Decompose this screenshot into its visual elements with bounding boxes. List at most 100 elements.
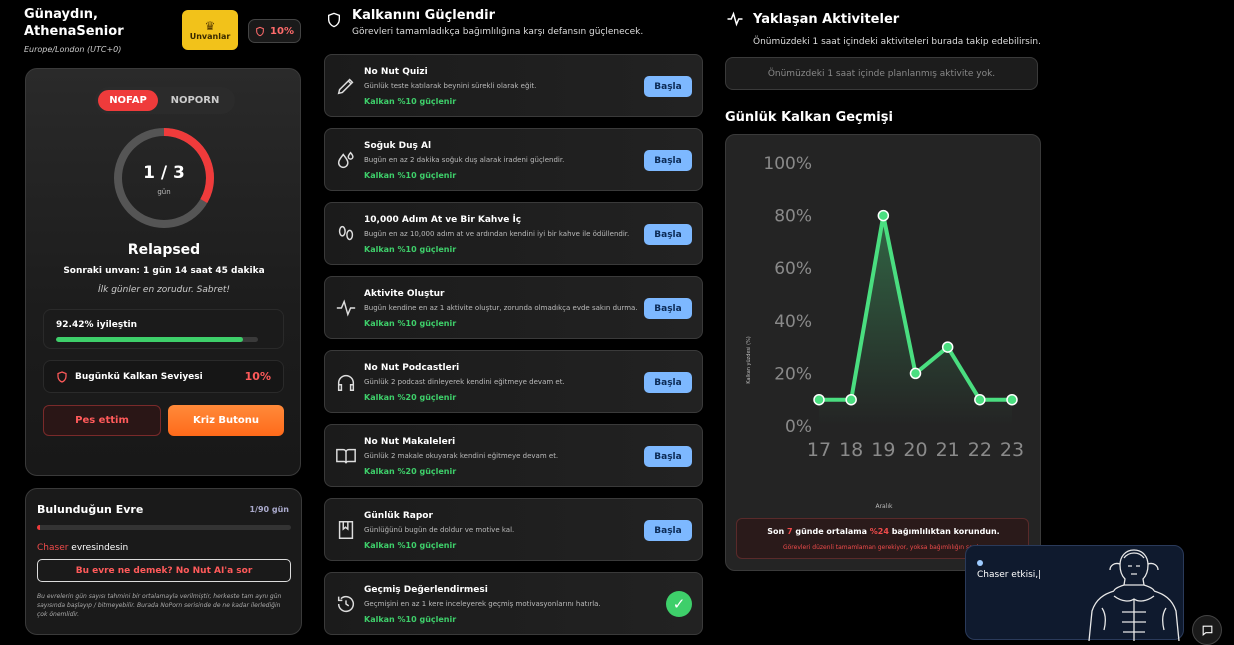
shield-icon [256,26,264,36]
toggle-nofap[interactable]: NOFAP [98,90,158,111]
task-title: 10,000 Adım At ve Bir Kahve İç [364,215,522,225]
task-start-button[interactable]: Başla [644,150,692,171]
y-axis-label: Kalkan yüzdesi (%) [746,336,752,384]
task-bonus: Kalkan %10 güçlenir [364,171,457,180]
headphones-icon [337,374,355,391]
task-start-button[interactable]: Başla [644,224,692,245]
today-shield-value: 10% [244,370,271,383]
stage-name-value: Chaser [37,543,69,553]
task-desc: Bugün en az 10,000 adım at ve ardından k… [364,230,630,238]
tasks-title: Kalkanını Güçlendir [352,8,495,23]
x-axis-label: Aralık [875,503,893,510]
task-title: No Nut Quizi [364,67,428,77]
series-area [819,215,1012,426]
data-point [813,393,825,406]
x-tick-label: 21 [936,439,960,461]
improvement-bar [56,337,258,342]
activities-empty: Önümüzdeki 1 saat içinde planlanmış akti… [725,57,1038,90]
data-point [845,393,857,406]
status-dot [977,560,983,566]
shield-percent-badge[interactable]: 10% [248,19,301,43]
shield-icon [328,12,340,28]
task-desc: Bugün en az 2 dakika soğuk duş alarak ir… [364,156,565,164]
activities-subtitle: Önümüzdeki 1 saat içindeki aktiviteleri … [753,37,1041,47]
crisis-button[interactable]: Kriz Butonu [168,405,284,436]
y-tick-label: 20% [774,364,812,384]
task-card: Günlük Rapor Günlüğünü bugün de doldur v… [324,498,703,561]
y-tick-label: 100% [763,154,812,174]
task-done-check-icon: ✓ [666,591,692,617]
ask-ai-button[interactable]: Bu evre ne demek? No Nut AI'a sor [37,559,291,582]
today-shield-label: Bugünkü Kalkan Seviyesi [75,371,203,382]
task-bonus: Kalkan %10 güçlenir [364,319,457,328]
history-chart-panel: 0% 20% 40% 60% 80% 100% 17 18 19 20 21 22 23 Kalkan y… [725,134,1041,571]
y-tick-label: 40% [774,312,812,332]
timezone: Europe/London (UTC+0) [24,45,122,54]
task-bonus: Kalkan %10 güçlenir [364,245,457,254]
task-bonus: Kalkan %20 güçlenir [364,393,457,402]
history-summary-text: Son 7 günde ortalama %24 bağımlılıktan k… [737,527,1030,536]
stage-card: Bulunduğun Evre 1/90 gün Chaser evresind… [25,488,302,635]
task-start-button[interactable]: Başla [644,372,692,393]
streak-unit: gün [157,188,171,196]
summary-suffix: bağımlılıktan korundun. [888,527,1000,536]
improvement-box: 92.42% iyileştin [43,309,284,349]
stage-title: Bulunduğun Evre [37,503,144,516]
task-card: Geçmiş Değerlendirmesi Geçmişini en az 1… [324,572,703,635]
task-start-button[interactable]: Başla [644,76,692,97]
stage-progress-bar [37,525,291,530]
open-book-icon [336,448,356,464]
task-start-button[interactable]: Başla [644,298,692,319]
next-title: Sonraki unvan: 1 gün 14 saat 45 dakika [63,266,265,276]
stage-note: Bu evrelerin gün sayısı tahmini bir orta… [37,593,282,618]
chat-toggle-button[interactable] [1192,615,1222,645]
titles-button[interactable]: ♛ Unvanlar [182,10,238,50]
motivation-quote: İlk günler en zorudur. Sabret! [97,285,230,295]
stage-days: 1/90 gün [249,505,289,514]
summary-avg: %24 [869,527,889,536]
task-desc: Günlük 2 podcast dinleyerek kendini eğit… [364,378,565,386]
data-point [941,341,954,353]
tasks-subtitle: Görevleri tamamladıkça bağımlılığına kar… [352,27,644,37]
pencil-icon [337,78,354,95]
crown-icon: ♛ [204,18,216,33]
task-title: Günlük Rapor [364,511,433,521]
task-card: Aktivite Oluştur Bugün kendine en az 1 a… [324,276,703,339]
data-point [877,209,890,222]
status-text: Relapsed [127,242,201,258]
stage-progress-fill [37,525,40,530]
activity-pulse-icon [727,11,743,27]
activity-pulse-icon [336,299,356,317]
task-card: 10,000 Adım At ve Bir Kahve İç Bugün en … [324,202,703,265]
give-up-button[interactable]: Pes ettim [43,405,161,436]
task-card: Soğuk Duş Al Bugün en az 2 dakika soğuk … [324,128,703,191]
task-start-button[interactable]: Başla [644,446,692,467]
chat-typing-text: Chaser etkisi,| [977,570,1042,580]
x-tick-label: 19 [871,439,895,461]
task-desc: Günlük teste katılarak beynini sürekli o… [364,82,537,90]
x-tick-label: 20 [903,439,927,461]
username: AthenaSenior [24,24,124,39]
improvement-bar-fill [56,337,243,342]
task-start-button[interactable]: Başla [644,520,692,541]
task-card: No Nut Quizi Günlük teste katılarak beyn… [324,54,703,117]
journal-icon [338,521,354,539]
x-tick-label: 22 [968,439,992,461]
improvement-label: 92.42% iyileştin [56,320,137,330]
y-tick-label: 80% [774,207,812,227]
mode-toggle[interactable]: NOFAP NOPORN [95,87,235,114]
shield-percent-value: 10% [270,25,294,37]
today-shield-level: Bugünkü Kalkan Seviyesi 10% [43,360,284,393]
task-desc: Bugün kendine en az 1 aktivite oluştur, … [364,304,638,312]
greeting-line1: Günaydın, [24,7,98,22]
greeting: Günaydın, AthenaSenior [24,6,124,40]
x-tick-label: 18 [839,439,863,461]
history-title: Günlük Kalkan Geçmişi [725,110,893,125]
task-bonus: Kalkan %10 güçlenir [364,97,457,106]
ai-chat-widget[interactable]: Chaser etkisi,| [965,545,1184,641]
activities-title: Yaklaşan Aktiviteler [753,12,900,27]
toggle-noporn[interactable]: NOPORN [158,90,232,111]
task-card: No Nut Makaleleri Günlük 2 makale okuyar… [324,424,703,487]
task-desc: Günlük 2 makale okuyarak kendini eğitmey… [364,452,559,460]
task-title: No Nut Makaleleri [364,437,456,447]
